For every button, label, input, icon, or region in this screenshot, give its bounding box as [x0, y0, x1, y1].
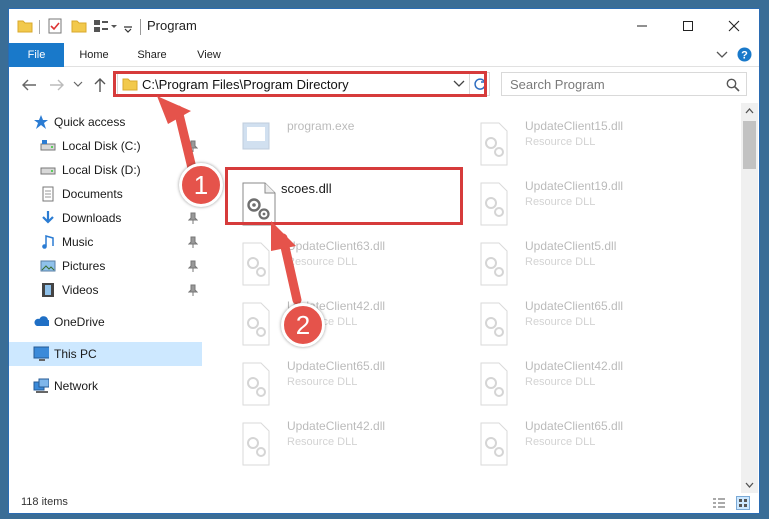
arrow-1-shaft [173, 105, 197, 173]
step-1-badge: 1 [179, 163, 223, 207]
arrow-2-head [271, 221, 296, 251]
step-2-badge: 2 [281, 303, 325, 347]
tutorial-arrows [157, 96, 302, 305]
arrow-1-head [157, 96, 191, 124]
